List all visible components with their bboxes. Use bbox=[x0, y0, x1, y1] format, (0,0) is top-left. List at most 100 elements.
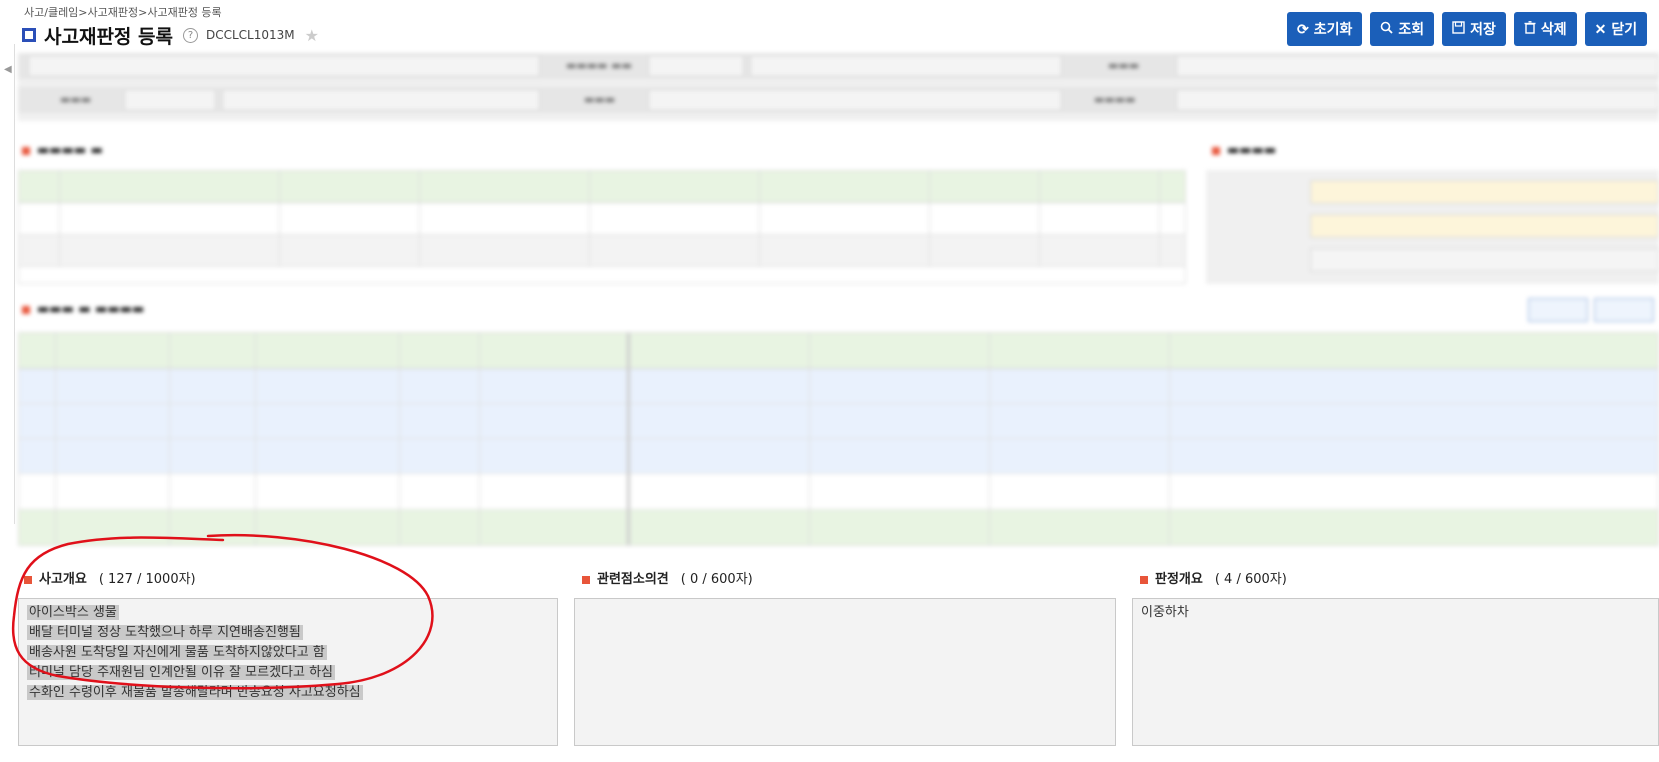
judgment-summary-count: ( 4 / 600자) bbox=[1214, 572, 1287, 587]
branch-grid-header bbox=[19, 333, 1658, 369]
section-marker-icon bbox=[24, 575, 32, 584]
accident-info-form: ▬▬▬▬ ▬▬ ▬▬▬ ▬▬▬ ▬▬▬ ▬▬▬▬ bbox=[18, 53, 1659, 121]
form-field[interactable] bbox=[222, 89, 540, 111]
delete-button[interactable]: 삭제 bbox=[1513, 12, 1577, 46]
screen-code: DCCLCL1013M bbox=[205, 28, 295, 42]
reset-button-label: 초기화 bbox=[1313, 21, 1353, 37]
table-row[interactable] bbox=[19, 439, 1658, 474]
grid-action-button[interactable] bbox=[1528, 298, 1588, 322]
section-marker-icon bbox=[22, 305, 30, 314]
section-marker-icon bbox=[22, 146, 30, 155]
column-divider bbox=[589, 171, 590, 267]
column-divider bbox=[59, 171, 60, 267]
accident-summary-count: ( 127 / 1000자) bbox=[98, 572, 196, 587]
column-divider bbox=[279, 171, 280, 267]
column-divider bbox=[399, 333, 400, 545]
breadcrumb: 사고/클레임>사고재판정>사고재판정 등록 bbox=[24, 6, 222, 19]
table-row[interactable] bbox=[19, 203, 1185, 235]
judgment-summary-title: 판정개요 bbox=[1155, 572, 1203, 587]
table-row[interactable] bbox=[19, 404, 1658, 439]
form-field[interactable] bbox=[750, 55, 1062, 77]
judgment-summary-header: 판정개요 ( 4 / 600자) bbox=[1140, 568, 1287, 587]
summary-line: 배달 터미널 정상 도착했으나 하루 지연배송진행됨 bbox=[27, 625, 303, 640]
page-title: 사고재판정 등록 bbox=[44, 25, 173, 48]
related-opinion-textarea[interactable] bbox=[574, 598, 1116, 746]
column-divider bbox=[55, 333, 56, 545]
summary-line: 아이스박스 생물 bbox=[27, 605, 119, 620]
search-button[interactable]: 조회 bbox=[1370, 12, 1435, 46]
form-field[interactable] bbox=[648, 89, 1062, 111]
section-marker-icon bbox=[582, 575, 590, 584]
column-divider bbox=[255, 333, 256, 545]
column-divider bbox=[479, 333, 480, 545]
side-field[interactable] bbox=[1310, 180, 1659, 204]
summary-line: 터미널 담당 주재원님 인계안될 이유 잘 모르겠다고 하심 bbox=[27, 665, 336, 680]
related-opinion-count: ( 0 / 600자) bbox=[680, 572, 753, 587]
accident-summary-textarea[interactable]: 아이스박스 생물 배달 터미널 정상 도착했으나 하루 지연배송진행됨 배송사원… bbox=[18, 598, 558, 746]
help-icon[interactable]: ? bbox=[182, 27, 198, 43]
collapse-arrow-icon[interactable]: ◀ bbox=[4, 64, 12, 75]
save-button-label: 저장 bbox=[1470, 21, 1496, 37]
form-row: ▬▬▬▬ ▬▬ ▬▬▬ bbox=[18, 53, 1659, 79]
favorite-star-icon[interactable]: ★ bbox=[305, 26, 319, 45]
form-label: ▬▬▬ bbox=[584, 93, 616, 106]
table-row bbox=[19, 474, 1658, 510]
title-square-icon bbox=[22, 28, 36, 42]
toolbar: ⟳ 초기화 조회 저장 삭제 ✕ 닫기 bbox=[1287, 12, 1648, 46]
branch-grid-buttons bbox=[1528, 298, 1654, 322]
side-divider bbox=[14, 44, 15, 524]
column-divider bbox=[929, 171, 930, 267]
column-divider bbox=[809, 333, 810, 545]
related-opinion-header: 관련점소의견 ( 0 / 600자) bbox=[582, 568, 753, 587]
form-field[interactable] bbox=[1176, 55, 1659, 77]
save-icon bbox=[1452, 21, 1465, 37]
form-label: ▬▬▬ bbox=[1108, 59, 1140, 72]
form-field[interactable] bbox=[1176, 89, 1659, 111]
column-divider bbox=[989, 333, 990, 545]
goods-grid-header bbox=[19, 171, 1185, 203]
column-divider bbox=[1169, 333, 1170, 545]
related-opinion-title: 관련점소의견 bbox=[597, 572, 669, 587]
goods-section-title: ▬▬▬▬ ▬ bbox=[22, 143, 103, 158]
table-row[interactable] bbox=[19, 369, 1658, 404]
refresh-icon: ⟳ bbox=[1297, 20, 1309, 37]
column-divider bbox=[1159, 171, 1160, 267]
save-button[interactable]: 저장 bbox=[1442, 12, 1506, 46]
column-divider bbox=[627, 333, 630, 545]
goods-grid bbox=[18, 170, 1186, 284]
form-label: ▬▬▬▬ bbox=[1094, 93, 1136, 106]
table-row[interactable] bbox=[19, 235, 1185, 267]
search-icon bbox=[1380, 21, 1394, 37]
column-divider bbox=[169, 333, 170, 545]
column-divider bbox=[759, 171, 760, 267]
reset-button[interactable]: ⟳ 초기화 bbox=[1287, 12, 1363, 46]
branch-grid bbox=[18, 332, 1659, 546]
judgment-side-panel bbox=[1206, 170, 1659, 284]
column-divider bbox=[419, 171, 420, 267]
search-button-label: 조회 bbox=[1398, 21, 1425, 37]
trash-icon bbox=[1524, 21, 1536, 37]
title-row: 사고재판정 등록 ? DCCLCL1013M ★ bbox=[22, 22, 319, 48]
form-field[interactable] bbox=[124, 89, 216, 111]
column-divider bbox=[1039, 171, 1040, 267]
delete-button-label: 삭제 bbox=[1540, 21, 1567, 37]
close-button[interactable]: ✕ 닫기 bbox=[1584, 12, 1648, 46]
close-button-label: 닫기 bbox=[1611, 21, 1638, 37]
form-row: ▬▬▬ ▬▬▬ ▬▬▬▬ bbox=[18, 87, 1659, 113]
form-field[interactable] bbox=[28, 55, 540, 77]
side-field[interactable] bbox=[1310, 214, 1659, 238]
accident-summary-header: 사고개요 ( 127 / 1000자) bbox=[24, 568, 196, 587]
form-label: ▬▬▬▬ ▬▬ bbox=[566, 59, 632, 72]
section-marker-icon bbox=[1212, 146, 1220, 155]
form-field[interactable] bbox=[648, 55, 744, 77]
grid-action-button[interactable] bbox=[1594, 298, 1654, 322]
accident-summary-title: 사고개요 bbox=[39, 572, 87, 587]
judgment-summary-textarea[interactable]: 이중하차 bbox=[1132, 598, 1659, 746]
close-icon: ✕ bbox=[1594, 20, 1607, 37]
summary-row bbox=[19, 510, 1658, 545]
summary-line: 배송사원 도착당일 자신에게 물품 도착하지않았다고 함 bbox=[27, 645, 327, 660]
side-field[interactable] bbox=[1310, 248, 1659, 272]
section-marker-icon bbox=[1140, 575, 1148, 584]
judgment-side-title: ▬▬▬▬ bbox=[1212, 143, 1276, 158]
accident-rejudgment-screen: 사고/클레임>사고재판정>사고재판정 등록 사고재판정 등록 ? DCCLCL1… bbox=[0, 0, 1659, 762]
